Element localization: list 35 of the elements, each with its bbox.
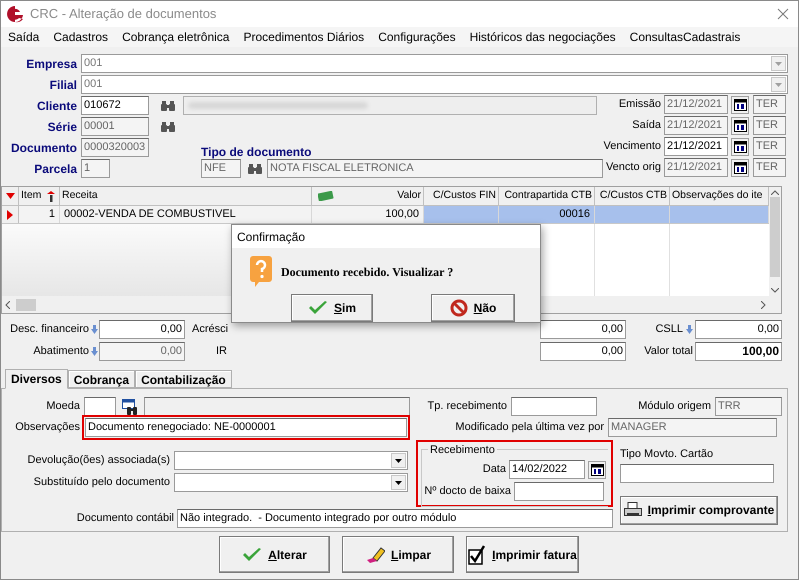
field-label: Modificado pela última vez por [454, 420, 604, 436]
field-label: Empresa [25, 56, 77, 72]
field-label: Devolução(ões) associada(s) [26, 453, 170, 468]
window-title: CRC - Alteração de documentos [30, 5, 218, 24]
field-label: Série [46, 118, 77, 136]
table-cell: 00002-VENDA DE COMBUSTIVEL [60, 206, 312, 223]
field-label: CSLL [655, 322, 683, 337]
dialog-title: Confirmação [237, 228, 306, 246]
field-label: Vencto orig [604, 160, 661, 176]
field-label: IR [216, 344, 227, 359]
field-label: Parcela [33, 160, 77, 178]
field-label: Acrésci [192, 322, 228, 337]
field-label: Módulo origem [637, 399, 711, 414]
table-cell: 00016 [499, 206, 595, 223]
field-label: Saída [631, 118, 661, 134]
dialog-message: Documento recebido. Visualizar ? [281, 264, 454, 280]
table-cell: 1 [19, 206, 60, 223]
field-label: Desc. financeiro [9, 322, 89, 337]
field-label: Cliente [36, 98, 77, 114]
field-label: Documento [10, 140, 77, 156]
field-label: Nº docto de baixa [424, 484, 511, 500]
field-label: Emissão [618, 97, 661, 112]
field-label: Abatimento [32, 344, 89, 359]
field-label: Tipo Movto. Cartão [620, 447, 714, 462]
section-label: Tipo de documento [201, 144, 312, 160]
field-label: Moeda [45, 399, 80, 414]
field-label: Vencimento [602, 139, 661, 154]
field-label: Tp. recebimento [426, 399, 507, 414]
table-cell: 100,00 [312, 206, 424, 223]
field-label: Substituído pelo documento [32, 475, 170, 490]
field-label: Data [482, 462, 506, 478]
field-label: Valor total [644, 344, 693, 359]
field-label: Filial [48, 76, 77, 94]
field-label: Documento contábil [76, 510, 174, 526]
field-label: Observações [14, 420, 80, 436]
